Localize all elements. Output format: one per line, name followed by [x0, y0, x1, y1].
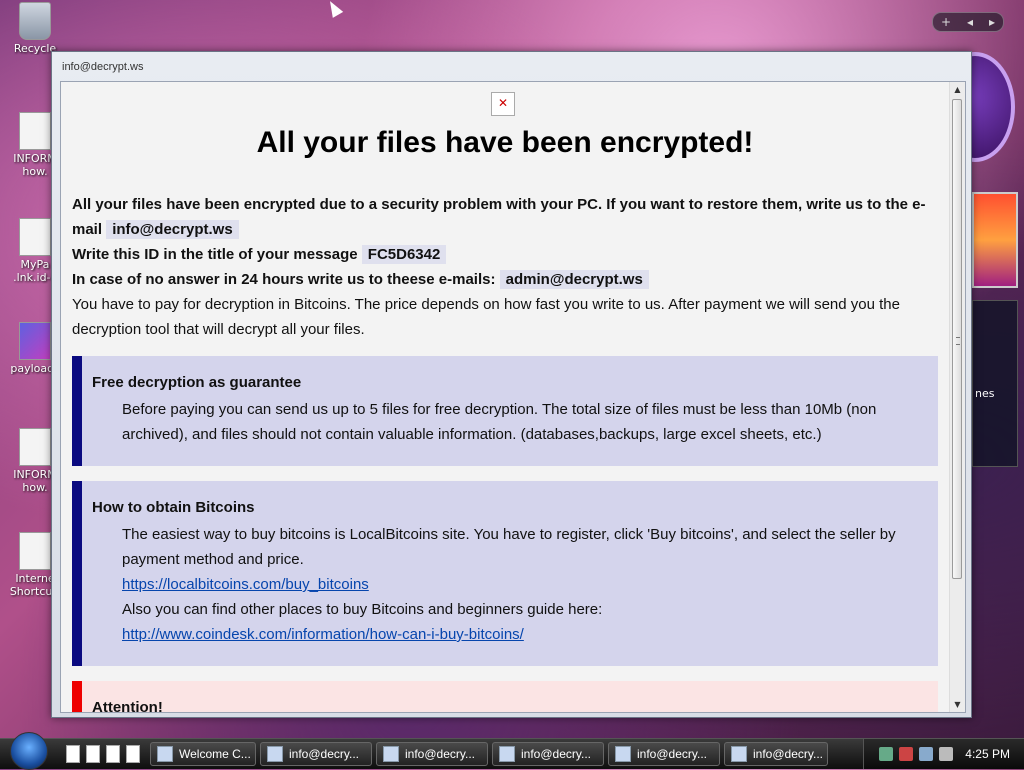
coindesk-link[interactable]: http://www.coindesk.com/information/how-…: [122, 626, 524, 643]
bitcoins-section: How to obtain Bitcoins The easiest way t…: [72, 481, 938, 666]
scrollbar-thumb[interactable]: [952, 99, 962, 579]
taskbar-button-label: Welcome C...: [179, 747, 251, 761]
taskbar: Welcome C... info@decry... info@decry...…: [0, 732, 1024, 770]
taskbar-button-label: info@decry...: [753, 747, 823, 761]
payload-icon: [19, 322, 51, 360]
scroll-down-arrow-icon[interactable]: ▼: [950, 697, 965, 712]
bitcoins-text-2: Also you can find other places to buy Bi…: [122, 601, 603, 618]
security-icon[interactable]: [899, 747, 914, 761]
taskbar-button-label: info@decry...: [521, 747, 591, 761]
quicklaunch-file-icon[interactable]: [106, 745, 120, 763]
file-icon: [19, 218, 51, 256]
next-gadget-button[interactable]: ▸: [989, 15, 995, 29]
add-gadget-button[interactable]: +: [941, 15, 951, 29]
taskbar-clock[interactable]: 4:25 PM: [965, 747, 1010, 761]
broken-image-icon: ✕: [491, 92, 515, 116]
window-icon: [267, 746, 283, 762]
taskbar-button[interactable]: info@decry...: [260, 742, 372, 766]
intro-text: All your files have been encrypted due t…: [72, 192, 932, 342]
feed-headlines-gadget[interactable]: nes: [972, 300, 1018, 467]
feed-label: nes: [975, 387, 995, 400]
payment-text: You have to pay for decryption in Bitcoi…: [72, 296, 900, 338]
localbitcoins-link[interactable]: https://localbitcoins.com/buy_bitcoins: [122, 576, 369, 593]
taskbar-button[interactable]: Welcome C...: [150, 742, 256, 766]
taskbar-button[interactable]: info@decry...: [608, 742, 720, 766]
vertical-scrollbar[interactable]: ▲ ▼: [949, 82, 965, 712]
taskbar-button[interactable]: info@decry...: [376, 742, 488, 766]
attention-heading: Attention!: [92, 699, 163, 712]
text-file-icon: [19, 428, 51, 466]
system-tray: 4:25 PM: [863, 739, 1024, 769]
backup-email: admin@decrypt.ws: [499, 270, 649, 289]
network-icon[interactable]: [879, 747, 894, 761]
file-icon: [19, 532, 51, 570]
previous-gadget-button[interactable]: ◂: [967, 15, 973, 29]
volume-muted-icon[interactable]: [939, 747, 954, 761]
window-icon: [731, 746, 747, 762]
attention-section: Attention!: [72, 681, 938, 712]
bitcoins-heading: How to obtain Bitcoins: [92, 499, 255, 516]
taskbar-button[interactable]: info@decry...: [492, 742, 604, 766]
note-content: ✕ All your files have been encrypted! Al…: [61, 82, 949, 712]
guarantee-section: Free decryption as guarantee Before payi…: [72, 356, 938, 466]
page-title: All your files have been encrypted!: [256, 126, 754, 159]
ransom-note-window[interactable]: info@decrypt.ws ✕ All your files have be…: [51, 51, 972, 718]
text-file-icon: [19, 112, 51, 150]
window-icon: [383, 746, 399, 762]
window-icon: [615, 746, 631, 762]
window-client-area: ✕ All your files have been encrypted! Al…: [60, 81, 966, 713]
scroll-up-arrow-icon[interactable]: ▲: [950, 82, 965, 97]
backup-label: In case of no answer in 24 hours write u…: [72, 271, 496, 288]
window-icon: [157, 746, 173, 762]
bitcoins-body: The easiest way to buy bitcoins is Local…: [122, 522, 918, 647]
id-label: Write this ID in the title of your messa…: [72, 246, 358, 263]
quicklaunch-file-icon[interactable]: [86, 745, 100, 763]
guarantee-heading: Free decryption as guarantee: [92, 374, 302, 391]
taskbar-button[interactable]: info@decry...: [724, 742, 828, 766]
window-icon: [499, 746, 515, 762]
scroll-grip-icon: [956, 337, 960, 345]
quicklaunch-file-icon[interactable]: [126, 745, 140, 763]
contact-email: info@decrypt.ws: [106, 220, 239, 239]
quicklaunch-file-icon[interactable]: [66, 745, 80, 763]
taskbar-button-label: info@decry...: [405, 747, 475, 761]
mouse-cursor-icon: [324, 0, 344, 18]
slideshow-gadget[interactable]: [972, 192, 1018, 288]
taskbar-button-label: info@decry...: [637, 747, 707, 761]
start-button[interactable]: [10, 732, 48, 770]
desktop-icon-recycle-bin[interactable]: Recycle: [0, 2, 70, 55]
display-icon[interactable]: [919, 747, 934, 761]
guarantee-text: Before paying you can send us up to 5 fi…: [122, 401, 877, 443]
bitcoins-text: The easiest way to buy bitcoins is Local…: [122, 526, 896, 568]
window-title: info@decrypt.ws: [62, 61, 144, 73]
victim-id: FC5D6342: [361, 245, 447, 264]
taskbar-button-label: info@decry...: [289, 747, 359, 761]
recycle-bin-icon: [19, 2, 51, 40]
sidebar-controls[interactable]: + ◂ ▸: [932, 12, 1004, 32]
